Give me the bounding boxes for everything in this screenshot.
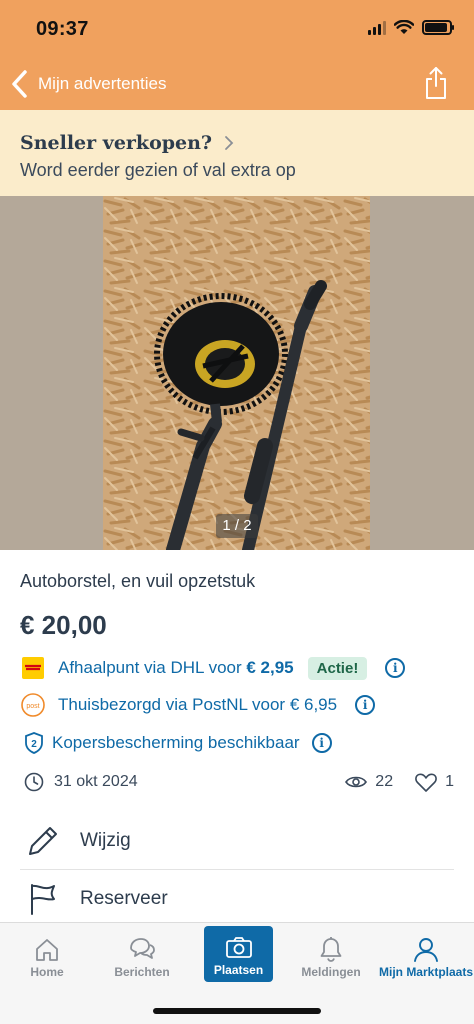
shield-icon: 2 bbox=[25, 732, 43, 754]
promo-banner[interactable]: Sneller verkopen? Word eerder gezien of … bbox=[0, 110, 474, 196]
heart-icon bbox=[415, 773, 437, 792]
tab-post[interactable]: Plaatsen bbox=[204, 926, 273, 982]
promo-title-row: Sneller verkopen? bbox=[20, 132, 454, 154]
chat-icon bbox=[130, 938, 155, 959]
chevron-right-icon bbox=[225, 136, 234, 150]
info-icon[interactable]: i bbox=[385, 658, 406, 678]
app-header: 09:37 Mijn advertenties bbox=[0, 0, 474, 110]
info-icon[interactable]: i bbox=[355, 695, 376, 715]
shipping-dhl-text: Afhaalpunt via DHL voor € 2,95 bbox=[58, 658, 294, 677]
tab-notifications-label: Meldingen bbox=[301, 965, 361, 979]
tab-home[interactable]: Home bbox=[1, 927, 93, 983]
reserve-button[interactable]: Reserveer bbox=[20, 871, 454, 927]
cellular-signal-icon bbox=[368, 20, 386, 35]
info-icon[interactable]: i bbox=[311, 733, 332, 753]
chevron-left-icon bbox=[12, 70, 27, 98]
promo-title: Sneller verkopen? bbox=[20, 132, 213, 154]
shipping-option-postnl[interactable]: post Thuisbezorgd via PostNL voor € 6,95… bbox=[20, 693, 376, 717]
clock-icon bbox=[24, 772, 44, 792]
view-count: 22 bbox=[375, 773, 394, 790]
listing-stats: 22 1 bbox=[345, 773, 454, 792]
user-icon bbox=[414, 938, 438, 962]
home-indicator bbox=[153, 1008, 321, 1014]
tab-messages[interactable]: Berichten bbox=[96, 927, 188, 983]
actie-badge: Actie! bbox=[307, 656, 368, 680]
photo-counter: 1 / 2 bbox=[216, 514, 258, 538]
edit-label: Wijzig bbox=[80, 830, 131, 851]
home-icon bbox=[36, 939, 58, 961]
tab-my-marktplaats-label: Mijn Marktplaats bbox=[378, 965, 474, 979]
photo-gallery[interactable]: 1 / 2 bbox=[0, 196, 474, 550]
shipping-postnl-text: Thuisbezorgd via PostNL voor € 6,95 bbox=[58, 695, 338, 714]
tab-messages-label: Berichten bbox=[114, 965, 170, 979]
postnl-icon: post bbox=[21, 693, 45, 717]
tab-notifications[interactable]: Meldingen bbox=[285, 927, 377, 983]
tab-my-marktplaats[interactable]: Mijn Marktplaats bbox=[378, 927, 474, 983]
svg-text:post: post bbox=[26, 703, 39, 710]
divider bbox=[20, 869, 454, 870]
share-icon[interactable] bbox=[424, 66, 448, 100]
shipping-option-dhl[interactable]: Afhaalpunt via DHL voor € 2,95 Actie! i bbox=[20, 656, 406, 680]
back-button[interactable]: Mijn advertenties bbox=[10, 64, 167, 104]
back-label: Mijn advertenties bbox=[38, 74, 167, 93]
svg-text:2: 2 bbox=[31, 739, 37, 750]
pencil-icon bbox=[29, 827, 57, 855]
tab-home-label: Home bbox=[30, 965, 64, 979]
promo-subtitle: Word eerder gezien of val extra op bbox=[20, 160, 296, 180]
edit-button[interactable]: Wijzig bbox=[20, 813, 454, 869]
wifi-icon bbox=[394, 20, 414, 34]
favorite-count: 1 bbox=[445, 773, 454, 790]
dhl-icon bbox=[22, 657, 44, 679]
battery-icon bbox=[422, 20, 454, 35]
listing-photo bbox=[103, 196, 370, 550]
eye-icon bbox=[345, 776, 368, 788]
status-time: 09:37 bbox=[36, 18, 89, 40]
status-icons bbox=[368, 20, 454, 35]
buyer-protection-text: Kopersbescherming beschikbaar bbox=[52, 733, 300, 752]
bell-icon bbox=[320, 937, 342, 962]
reserve-label: Reserveer bbox=[80, 888, 168, 909]
tab-post-label: Plaatsen bbox=[213, 963, 264, 977]
flag-icon bbox=[31, 884, 55, 915]
listing-date: 31 okt 2024 bbox=[54, 773, 138, 790]
listing-title: Autoborstel, en vuil opzetstuk bbox=[20, 571, 256, 591]
buyer-protection[interactable]: 2 Kopersbescherming beschikbaar i bbox=[24, 732, 332, 754]
camera-icon bbox=[225, 937, 252, 958]
listing-meta: 31 okt 2024 22 1 bbox=[24, 770, 454, 794]
listing-price: € 20,00 bbox=[20, 610, 107, 640]
